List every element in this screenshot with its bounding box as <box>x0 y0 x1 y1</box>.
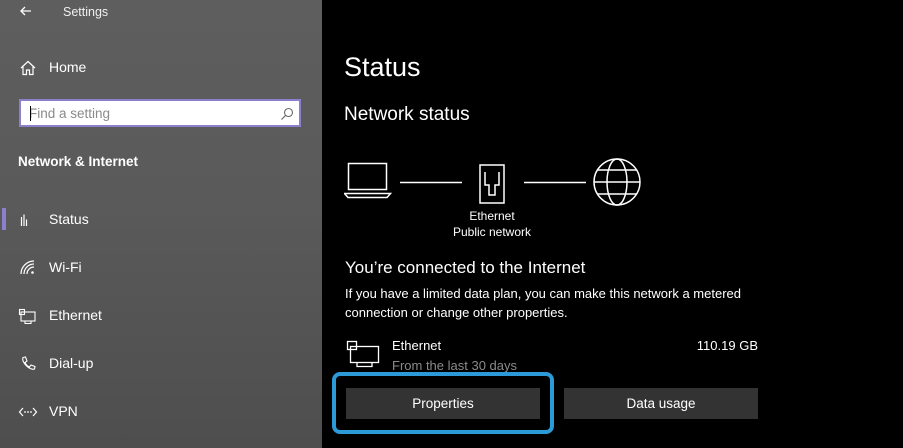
title-bar: Settings <box>0 0 322 26</box>
sidebar-item-label: Home <box>49 59 87 75</box>
search-icon[interactable] <box>279 106 295 122</box>
adapter-name-caption: Ethernet <box>469 209 515 223</box>
sidebar-item-ethernet[interactable]: Ethernet <box>0 296 322 336</box>
usage-adapter-name: Ethernet <box>392 338 442 353</box>
sidebar-item-status[interactable]: Status <box>0 200 322 240</box>
search-box[interactable] <box>19 99 301 127</box>
properties-button[interactable]: Properties <box>346 388 540 419</box>
search-input[interactable] <box>29 104 273 122</box>
globe-icon <box>593 158 641 206</box>
network-type-caption: Public network <box>452 225 532 239</box>
home-icon <box>20 60 36 76</box>
dialup-icon <box>22 356 36 370</box>
page-title: Status <box>344 52 421 82</box>
text-caret <box>30 106 31 121</box>
connection-description: If you have a limited data plan, you can… <box>345 286 741 320</box>
usage-amount: 110.19 GB <box>696 338 758 353</box>
wifi-icon <box>20 260 35 275</box>
sidebar-item-home[interactable]: Home <box>0 48 322 88</box>
app-title: Settings <box>63 5 109 19</box>
main-content: Status Network status Ethernet Public ne… <box>322 0 903 448</box>
laptop-icon <box>344 162 393 199</box>
back-arrow-icon[interactable] <box>16 1 36 21</box>
sidebar-item-wifi[interactable]: Wi-Fi <box>0 248 322 288</box>
vpn-icon <box>18 407 38 417</box>
section-title: Network & Internet <box>18 154 139 169</box>
sidebar-item-label: Wi-Fi <box>49 259 82 275</box>
connection-status-heading: You’re connected to the Internet <box>345 258 586 277</box>
sidebar-item-vpn[interactable]: VPN <box>0 392 322 432</box>
ethernet-port-icon <box>479 164 505 204</box>
sidebar: Settings Home Network & Internet Status … <box>0 0 322 448</box>
usage-period: From the last 30 days <box>392 358 517 373</box>
data-usage-button[interactable]: Data usage <box>564 388 758 419</box>
network-status-heading: Network status <box>344 104 470 125</box>
network-diagram-graphic <box>344 158 641 206</box>
sidebar-item-label: Status <box>49 211 89 227</box>
sidebar-item-dialup[interactable]: Dial-up <box>0 344 322 384</box>
network-diagram: Ethernet Public network <box>344 155 654 245</box>
sidebar-item-label: Dial-up <box>49 355 94 371</box>
status-icon <box>20 214 28 226</box>
sidebar-item-label: Ethernet <box>49 307 102 323</box>
sidebar-item-label: VPN <box>49 403 78 419</box>
ethernet-adapter-icon <box>346 340 380 368</box>
ethernet-icon <box>18 308 36 325</box>
